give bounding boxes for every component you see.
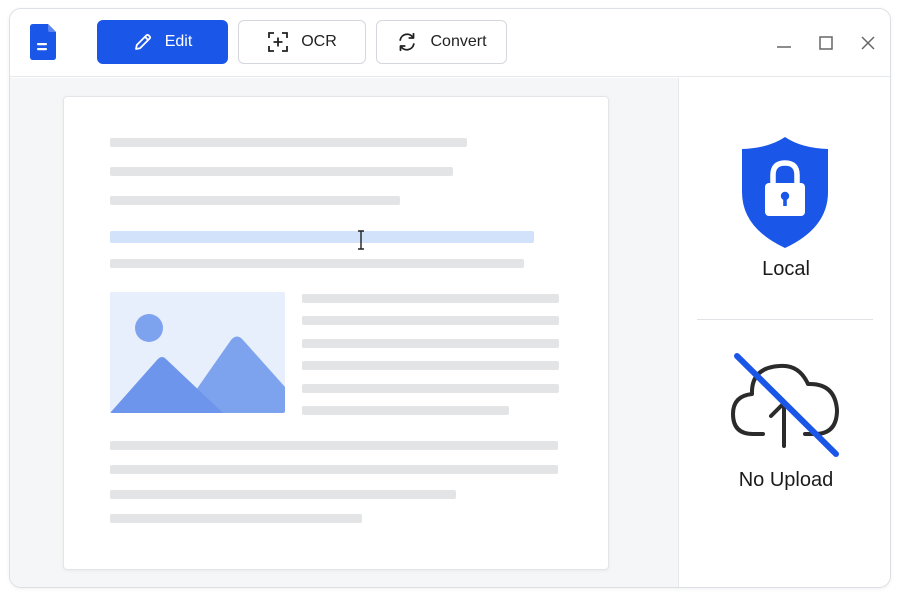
minimize-icon[interactable] xyxy=(774,33,794,53)
scan-plus-icon xyxy=(268,32,289,52)
text-cursor-icon xyxy=(358,230,364,250)
convert-button-label: Convert xyxy=(430,33,487,50)
text-line xyxy=(302,384,559,393)
document-page[interactable] xyxy=(63,96,609,570)
text-line xyxy=(302,339,559,348)
text-line xyxy=(302,361,559,370)
document-icon xyxy=(30,24,56,60)
maximize-icon[interactable] xyxy=(816,33,836,53)
image-placeholder xyxy=(110,292,285,413)
text-line xyxy=(110,196,400,205)
title-bar: Edit OCR Convert xyxy=(10,9,890,77)
edit-button[interactable]: Edit xyxy=(97,20,228,64)
text-line xyxy=(110,167,453,176)
no-upload-label: No Upload xyxy=(738,469,834,491)
pencil-icon xyxy=(134,33,151,50)
cloud-upload-off-icon xyxy=(731,353,839,457)
text-line xyxy=(302,316,559,325)
ocr-button[interactable]: OCR xyxy=(238,20,366,64)
text-line xyxy=(110,465,558,474)
text-line xyxy=(110,138,467,147)
close-icon[interactable] xyxy=(858,33,878,53)
edit-button-label: Edit xyxy=(164,33,193,50)
text-line xyxy=(302,294,559,303)
text-line xyxy=(110,441,558,450)
convert-button[interactable]: Convert xyxy=(376,20,507,64)
selected-text-line[interactable] xyxy=(110,231,534,243)
app-window: Edit OCR Convert Local No Upload xyxy=(9,8,891,588)
text-line xyxy=(302,406,509,415)
text-line xyxy=(110,490,456,499)
panel-divider xyxy=(697,319,873,320)
text-line xyxy=(110,514,362,523)
image-icon xyxy=(110,314,285,413)
privacy-panel: Local No Upload xyxy=(678,78,890,587)
shield-lock-icon xyxy=(742,137,828,248)
ocr-button-label: OCR xyxy=(301,33,337,50)
local-label: Local xyxy=(762,258,810,280)
text-line xyxy=(110,259,524,268)
refresh-icon xyxy=(399,32,416,52)
document-workspace xyxy=(10,78,678,587)
